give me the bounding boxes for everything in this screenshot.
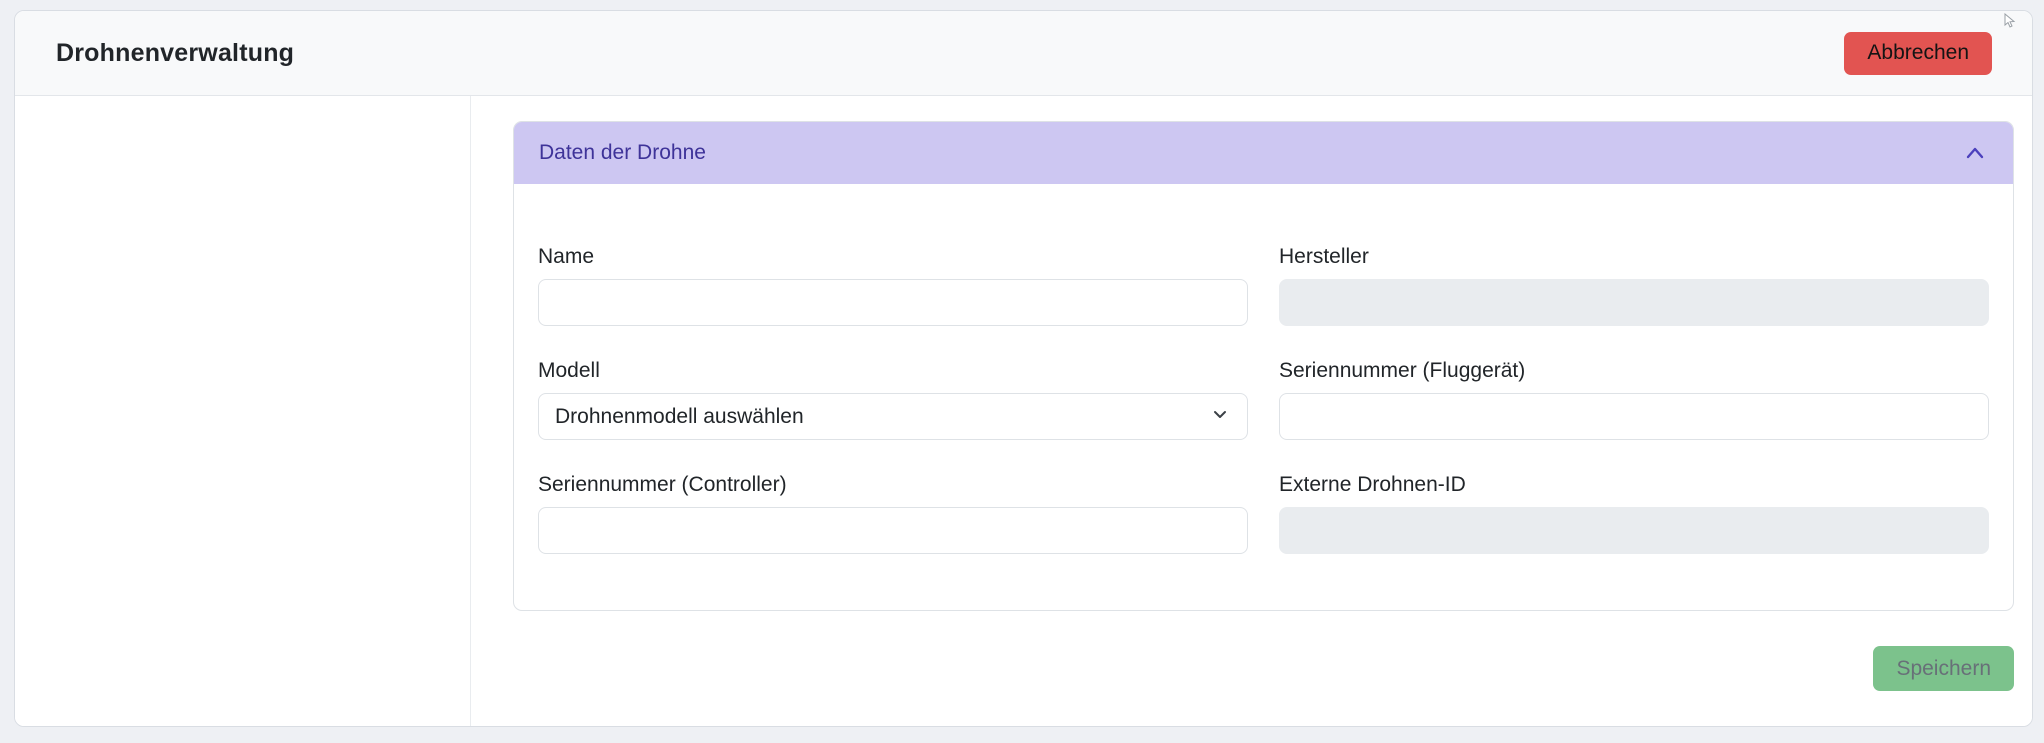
drone-data-card: Daten der Drohne Name H [513, 121, 2014, 611]
field-externe-drohnen-id: Externe Drohnen-ID [1279, 474, 1989, 554]
hersteller-input [1279, 279, 1989, 326]
seriennummer-fluggeraet-input[interactable] [1279, 393, 1989, 440]
field-label-seriennummer-fluggeraet: Seriennummer (Fluggerät) [1279, 360, 1989, 381]
main-content: Daten der Drohne Name H [471, 96, 2032, 726]
save-button[interactable]: Speichern [1873, 646, 2014, 691]
field-modell: Modell Drohnenmodell auswählen [538, 360, 1248, 440]
field-seriennummer-fluggeraet: Seriennummer (Fluggerät) [1279, 360, 1989, 440]
card-title: Daten der Drohne [539, 141, 706, 165]
field-label-hersteller: Hersteller [1279, 246, 1989, 267]
cancel-button[interactable]: Abbrechen [1844, 32, 1992, 75]
drone-management-panel: Drohnenverwaltung Abbrechen Daten der Dr… [14, 10, 2033, 727]
panel-header: Drohnenverwaltung Abbrechen [15, 11, 2032, 96]
externe-drohnen-id-input [1279, 507, 1989, 554]
field-label-externe-drohnen-id: Externe Drohnen-ID [1279, 474, 1989, 495]
modell-select[interactable]: Drohnenmodell auswählen [538, 393, 1248, 440]
form-actions: Speichern [513, 646, 2014, 691]
field-seriennummer-controller: Seriennummer (Controller) [538, 474, 1248, 554]
chevron-down-icon [1211, 405, 1229, 429]
field-label-modell: Modell [538, 360, 1248, 381]
field-label-name: Name [538, 246, 1248, 267]
chevron-up-icon[interactable] [1962, 140, 1988, 166]
seriennummer-controller-input[interactable] [538, 507, 1248, 554]
page-title: Drohnenverwaltung [56, 39, 294, 68]
field-name: Name [538, 246, 1248, 326]
card-body: Name Hersteller Modell Drohnenmodell aus… [514, 184, 2013, 610]
modell-select-value: Drohnenmodell auswählen [555, 405, 804, 429]
form-grid: Name Hersteller Modell Drohnenmodell aus… [538, 246, 1989, 554]
field-label-seriennummer-controller: Seriennummer (Controller) [538, 474, 1248, 495]
left-sidebar [15, 96, 471, 726]
accordion-header[interactable]: Daten der Drohne [514, 122, 2013, 184]
field-hersteller: Hersteller [1279, 246, 1989, 326]
panel-body: Daten der Drohne Name H [15, 96, 2032, 726]
name-input[interactable] [538, 279, 1248, 326]
